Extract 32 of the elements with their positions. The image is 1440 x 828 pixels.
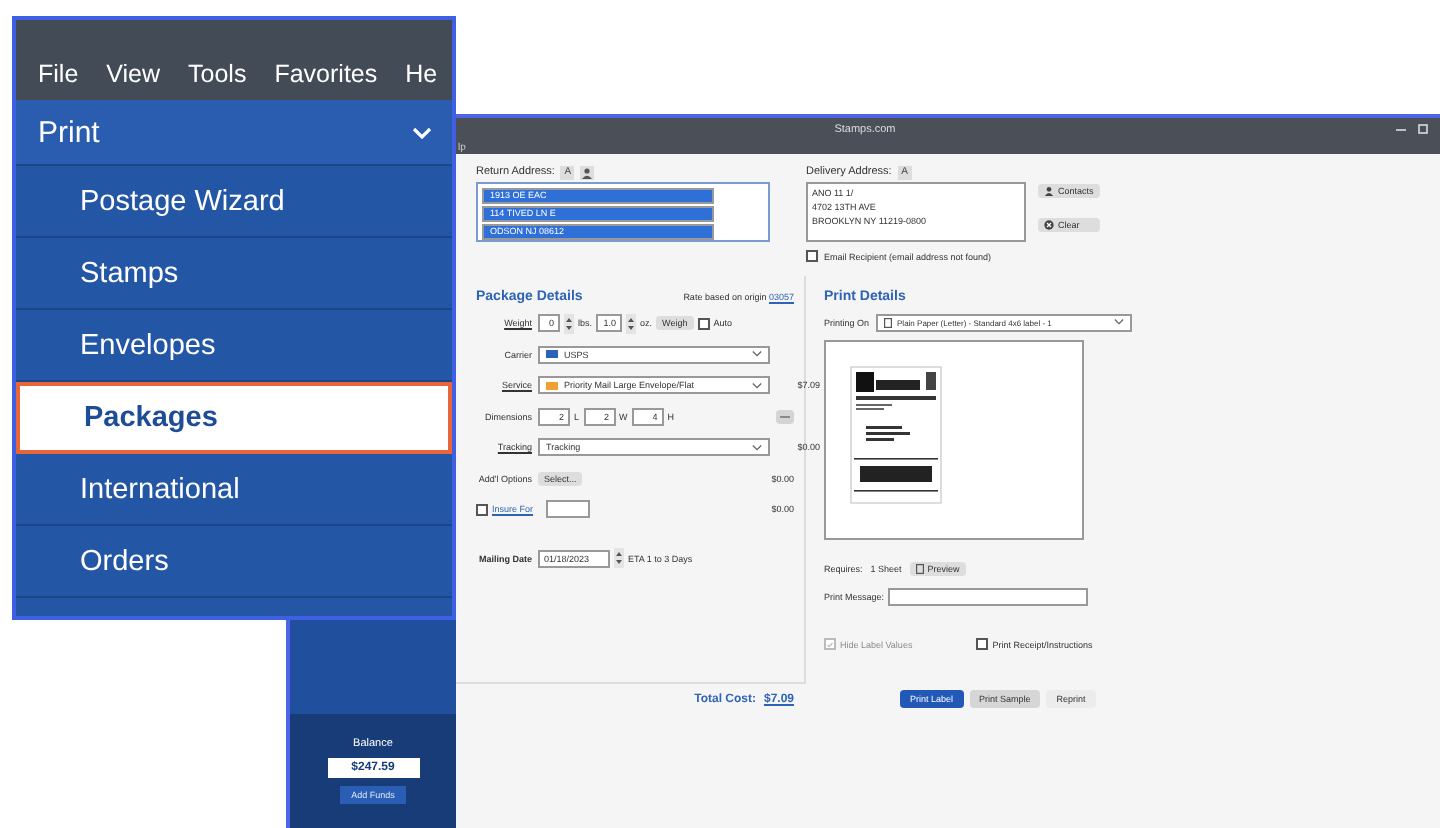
caret-icon bbox=[1113, 318, 1124, 326]
menu-item[interactable]: He bbox=[405, 60, 438, 88]
menu-item[interactable]: Orders bbox=[16, 526, 452, 598]
spin-button[interactable] bbox=[564, 313, 574, 334]
chevron-icon[interactable] bbox=[412, 125, 432, 139]
page-icon bbox=[883, 317, 892, 327]
menu-item[interactable]: International bbox=[16, 454, 452, 526]
maximize-icon[interactable] bbox=[1418, 124, 1428, 134]
checkbox[interactable] bbox=[476, 503, 488, 516]
page-icon bbox=[915, 563, 924, 573]
menu-item[interactable]: Packages bbox=[16, 382, 452, 454]
caret-icon bbox=[752, 443, 762, 452]
print-message-field[interactable] bbox=[888, 587, 1089, 605]
checkbox[interactable] bbox=[976, 638, 989, 650]
menu-item[interactable]: Tools bbox=[188, 60, 247, 88]
person-icon bbox=[1044, 186, 1054, 196]
checkbox[interactable] bbox=[697, 317, 710, 330]
minimize-icon[interactable] bbox=[1396, 124, 1406, 134]
menu-item[interactable]: Postage Wizard bbox=[16, 166, 452, 238]
menu-item[interactable]: Stamps bbox=[16, 238, 452, 310]
caret-icon bbox=[752, 350, 762, 359]
checkbox[interactable] bbox=[806, 250, 818, 262]
section-header[interactable]: Print bbox=[38, 115, 100, 149]
insure-amount-field[interactable] bbox=[546, 500, 590, 519]
menu-item[interactable]: Favorites bbox=[274, 60, 378, 88]
caret-icon bbox=[752, 381, 762, 390]
clear-icon bbox=[1044, 220, 1054, 230]
menu-item[interactable]: View bbox=[106, 60, 161, 88]
spin-button[interactable] bbox=[626, 313, 637, 334]
menu-item[interactable]: File bbox=[38, 60, 79, 88]
person-icon[interactable] bbox=[580, 165, 595, 179]
spin-button[interactable] bbox=[614, 548, 624, 569]
